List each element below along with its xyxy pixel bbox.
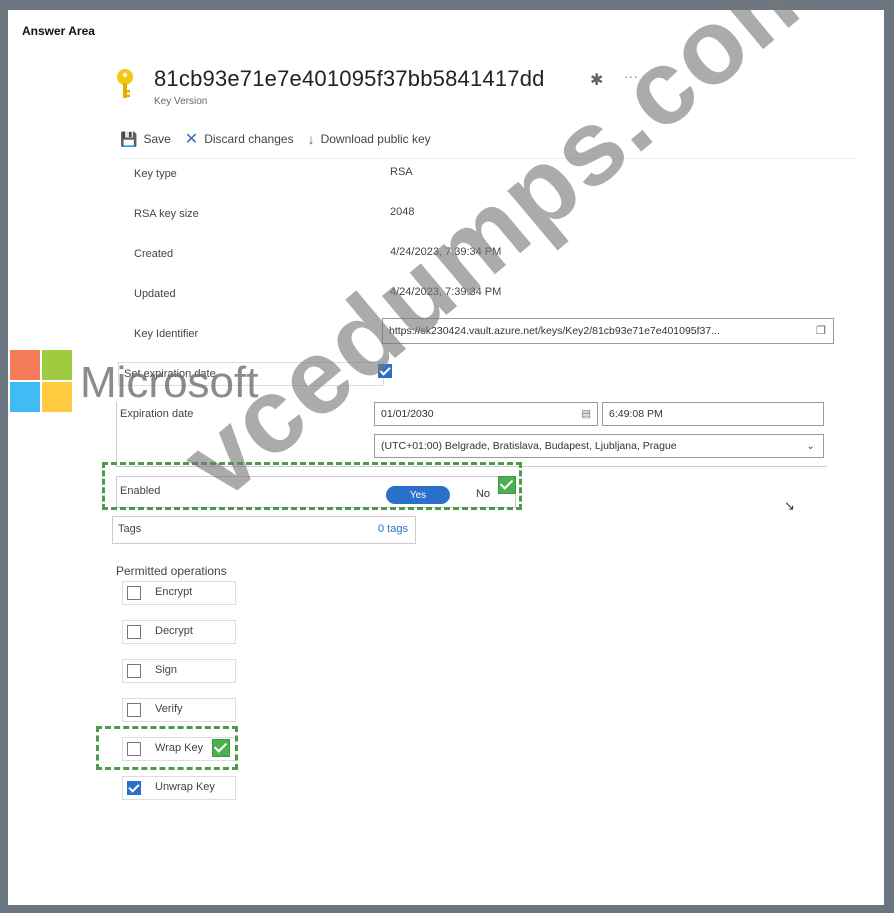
save-icon: 💾: [120, 130, 138, 147]
tags-row: [112, 516, 416, 544]
mouse-cursor-icon: ↘: [784, 498, 795, 513]
key-version-title: 81cb93e71e7e401095f37bb5841417dd: [154, 66, 545, 91]
discard-changes-button[interactable]: ✕ Discard changes: [185, 129, 294, 149]
save-label: Save: [143, 132, 171, 146]
permitted-operations-heading: Permitted operations: [116, 564, 227, 578]
answer-area-label: Answer Area: [22, 24, 95, 38]
discard-changes-label: Discard changes: [204, 132, 294, 146]
download-public-key-label: Download public key: [320, 132, 431, 146]
verify-label: Verify: [155, 703, 183, 715]
key-type-label: Key type: [134, 168, 177, 180]
sign-checkbox[interactable]: [127, 664, 141, 678]
expiration-date-value: 01/01/2030: [381, 408, 434, 420]
chevron-down-icon: ⌄: [806, 440, 815, 452]
decrypt-label: Decrypt: [155, 625, 193, 637]
key-icon: [117, 69, 133, 98]
permission-verify[interactable]: Verify: [122, 698, 236, 722]
answer-highlight-wrap-key: [96, 726, 238, 770]
sign-label: Sign: [155, 664, 178, 676]
permission-encrypt[interactable]: Encrypt: [122, 581, 236, 605]
decrypt-checkbox[interactable]: [127, 625, 141, 639]
created-label: Created: [134, 248, 174, 260]
rsa-key-size-label: RSA key size: [134, 208, 199, 220]
encrypt-label: Encrypt: [155, 586, 193, 598]
copy-icon[interactable]: ❐: [816, 324, 826, 337]
command-bar: 💾 Save ✕ Discard changes ↓ Download publ…: [120, 128, 445, 150]
key-version-subtitle: Key Version: [154, 96, 208, 107]
permission-unwrap-key[interactable]: Unwrap Key: [122, 776, 236, 800]
tags-link[interactable]: 0 tags: [378, 523, 408, 535]
close-icon: ✕: [184, 131, 199, 148]
key-identifier-label: Key Identifier: [134, 328, 199, 340]
key-type-value: RSA: [390, 166, 413, 178]
verify-checkbox[interactable]: [127, 703, 141, 717]
download-icon: ↓: [307, 131, 315, 147]
rsa-key-size-value: 2048: [390, 206, 415, 218]
expiration-time-input[interactable]: 6:49:08 PM: [602, 402, 824, 426]
answer-frame: Answer Area 81cb93e71e7e401095f37bb58414…: [8, 10, 884, 905]
answer-highlight-enabled: [102, 462, 522, 510]
unwrap-key-label: Unwrap Key: [155, 781, 215, 793]
save-button[interactable]: 💾 Save: [120, 131, 171, 148]
tags-label: Tags: [118, 523, 142, 535]
expiration-time-value: 6:49:08 PM: [609, 408, 663, 420]
timezone-value: (UTC+01:00) Belgrade, Bratislava, Budape…: [381, 440, 677, 452]
unwrap-key-checkbox[interactable]: [127, 781, 141, 795]
updated-label: Updated: [134, 288, 176, 300]
encrypt-checkbox[interactable]: [127, 586, 141, 600]
permission-decrypt[interactable]: Decrypt: [122, 620, 236, 644]
timezone-select[interactable]: (UTC+01:00) Belgrade, Bratislava, Budape…: [374, 434, 824, 458]
permission-sign[interactable]: Sign: [122, 659, 236, 683]
download-public-key-button[interactable]: ↓ Download public key: [308, 131, 431, 147]
expiration-date-input[interactable]: 01/01/2030 ▤: [374, 402, 598, 426]
calendar-icon: ▤: [581, 408, 591, 420]
microsoft-logo: [10, 350, 74, 414]
